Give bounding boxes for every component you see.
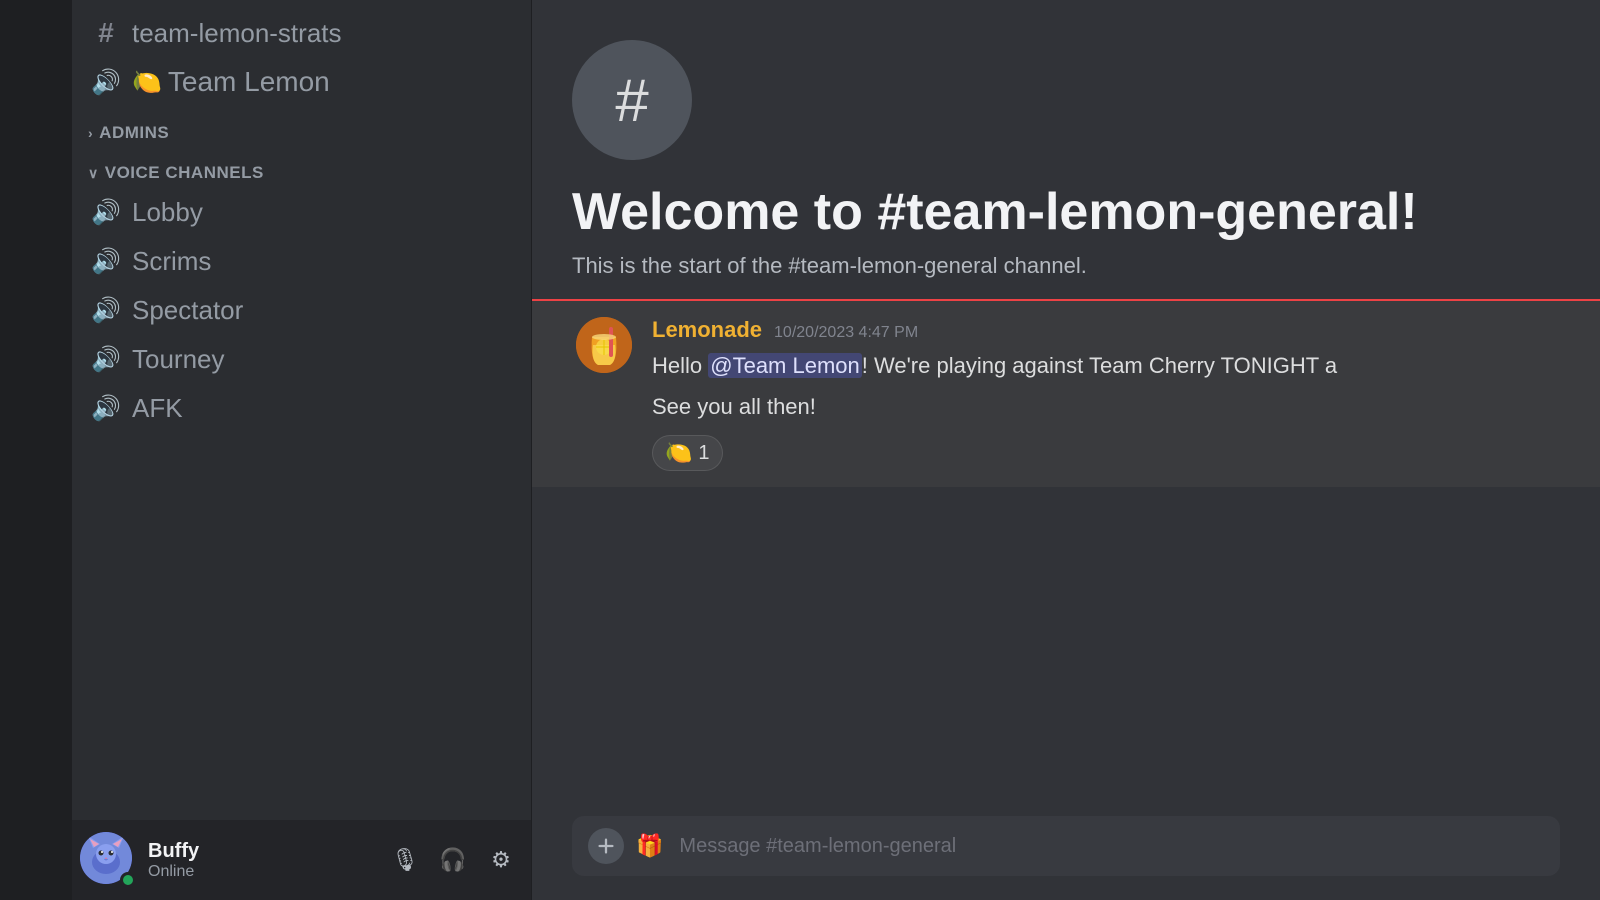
channel-label: team-lemon-strats	[132, 18, 342, 49]
admins-label: ADMINS	[99, 123, 169, 143]
lemon-emoji: 🍋	[132, 68, 162, 97]
message-input-area: 🎁	[532, 800, 1600, 900]
message-header: Lemonade 10/20/2023 4:47 PM	[652, 317, 1560, 343]
mute-button[interactable]: 🎙	[383, 838, 427, 882]
channel-label: Spectator	[132, 295, 243, 326]
gift-icon[interactable]: 🎁	[636, 833, 663, 859]
user-status: Online	[148, 863, 383, 881]
messages-area: Lemonade 10/20/2023 4:47 PM Hello @Team …	[532, 301, 1600, 800]
table-row: Lemonade 10/20/2023 4:47 PM Hello @Team …	[532, 301, 1600, 487]
mention-team-lemon: @Team Lemon	[708, 353, 862, 378]
channel-item-lobby[interactable]: 🔊 Lobby	[80, 188, 523, 236]
user-panel: Buffy Online 🎙 🎧 ⚙	[72, 820, 531, 900]
channel-item-team-lemon-strats[interactable]: # team-lemon-strats	[80, 9, 523, 57]
channel-welcome: # Welcome to #team-lemon-general! This i…	[532, 0, 1600, 279]
microphone-icon: 🎙	[391, 847, 419, 873]
speaker-icon: 🔊	[88, 243, 124, 279]
channel-label: Scrims	[132, 246, 211, 277]
channel-item-afk[interactable]: 🔊 AFK	[80, 384, 523, 432]
user-avatar-wrap	[80, 832, 136, 888]
server-icon-bar	[0, 0, 72, 900]
speaker-icon: 🔊	[88, 194, 124, 230]
reaction-lemon[interactable]: 🍋 1	[652, 435, 723, 471]
user-controls: 🎙 🎧 ⚙	[383, 838, 523, 882]
channel-item-scrims[interactable]: 🔊 Scrims	[80, 237, 523, 285]
add-attachment-button[interactable]	[588, 828, 624, 864]
channel-label: Team Lemon	[168, 66, 330, 98]
username: Buffy	[148, 840, 383, 863]
channel-label: Lobby	[132, 197, 203, 228]
speaker-icon: 🔊	[88, 292, 124, 328]
message-author: Lemonade	[652, 317, 762, 343]
voice-channels-label: VOICE CHANNELS	[105, 163, 264, 183]
chevron-right-icon: ›	[88, 125, 93, 141]
plus-icon	[595, 835, 617, 857]
message-body: Lemonade 10/20/2023 4:47 PM Hello @Team …	[652, 317, 1560, 471]
chevron-down-icon: ∨	[88, 165, 99, 182]
channel-label: AFK	[132, 393, 183, 424]
main-content: # Welcome to #team-lemon-general! This i…	[532, 0, 1600, 900]
message-line2: See you all then!	[652, 390, 1560, 423]
headset-icon: 🎧	[439, 847, 466, 873]
speaker-icon: 🔊	[88, 341, 124, 377]
reactions: 🍋 1	[652, 435, 1560, 471]
avatar	[576, 317, 632, 373]
voice-channels-section-header[interactable]: ∨ VOICE CHANNELS	[72, 147, 531, 187]
message-input-box: 🎁	[572, 816, 1560, 876]
hash-icon-large: #	[615, 66, 648, 135]
speaker-icon: 🔊	[88, 64, 124, 100]
message-input[interactable]	[679, 835, 1544, 858]
welcome-title: Welcome to #team-lemon-general!	[572, 184, 1560, 241]
channel-list: # team-lemon-strats 🔊 🍋 Team Lemon › ADM…	[72, 0, 531, 820]
admins-section-header[interactable]: › ADMINS	[72, 107, 531, 147]
reaction-emoji: 🍋	[665, 440, 692, 466]
channel-item-spectator[interactable]: 🔊 Spectator	[80, 286, 523, 334]
speaker-icon: 🔊	[88, 390, 124, 426]
reaction-count: 1	[698, 442, 709, 465]
welcome-desc: This is the start of the #team-lemon-gen…	[572, 253, 1560, 279]
message-timestamp: 10/20/2023 4:47 PM	[774, 324, 918, 342]
user-info: Buffy Online	[148, 840, 383, 881]
channel-icon-large: #	[572, 40, 692, 160]
status-indicator	[120, 872, 136, 888]
channel-label: Tourney	[132, 344, 225, 375]
gear-icon: ⚙	[491, 847, 511, 873]
channel-item-tourney[interactable]: 🔊 Tourney	[80, 335, 523, 383]
deafen-button[interactable]: 🎧	[431, 838, 475, 882]
hash-icon: #	[88, 15, 124, 51]
channel-item-team-lemon-vc[interactable]: 🔊 🍋 Team Lemon	[80, 58, 523, 106]
message-text: Hello @Team Lemon! We're playing against…	[652, 349, 1560, 382]
settings-button[interactable]: ⚙	[479, 838, 523, 882]
sidebar: # team-lemon-strats 🔊 🍋 Team Lemon › ADM…	[72, 0, 532, 900]
